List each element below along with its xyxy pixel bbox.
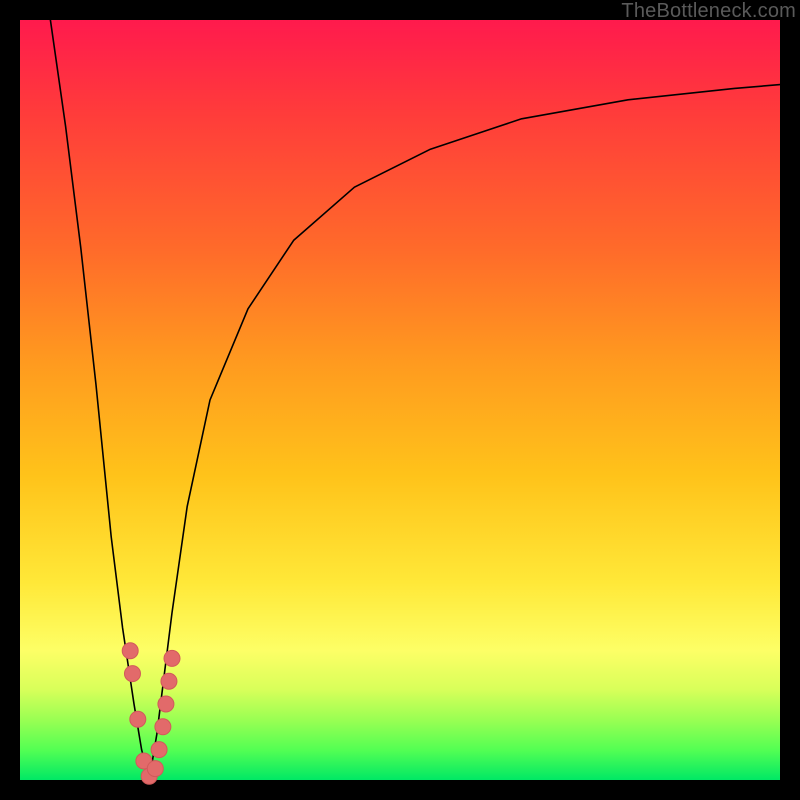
data-marker — [122, 643, 138, 659]
data-marker — [151, 742, 167, 758]
data-marker — [155, 719, 171, 735]
plot-svg — [20, 20, 780, 780]
data-marker — [158, 696, 174, 712]
curve-right-branch — [149, 85, 780, 780]
marker-group — [122, 643, 180, 784]
data-marker — [161, 673, 177, 689]
chart-frame: TheBottleneck.com — [0, 0, 800, 800]
data-marker — [164, 650, 180, 666]
data-marker — [124, 666, 140, 682]
data-marker — [147, 761, 163, 777]
plot-area — [20, 20, 780, 780]
data-marker — [130, 711, 146, 727]
